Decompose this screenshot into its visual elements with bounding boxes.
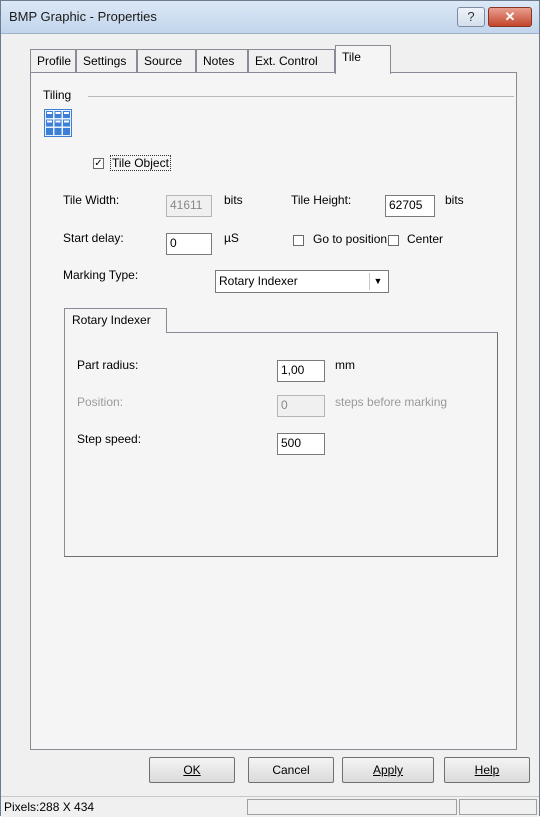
question-mark-icon[interactable]: ? [457,7,485,27]
position-label: Position: [77,395,124,409]
step-speed-field[interactable]: 500 [277,433,325,455]
properties-dialog: BMP Graphic - Properties ? ✕ Profile Set… [0,0,540,817]
title-bar[interactable]: BMP Graphic - Properties ? ✕ [1,1,539,34]
marking-type-value: Rotary Indexer [219,274,298,288]
center-checkbox[interactable] [388,235,399,246]
go-to-position-checkbox[interactable] [293,235,304,246]
pixels-status: Pixels:288 X 434 [4,800,95,814]
tab-ext-control[interactable]: Ext. Control [248,49,335,72]
part-radius-label: Part radius: [77,358,139,372]
apply-label: Apply [372,763,404,777]
go-to-position-label[interactable]: Go to position [313,232,387,246]
tile-object-checkbox[interactable]: ✓ [93,158,104,169]
tab-tile[interactable]: Tile [335,45,391,74]
status-pane-middle [247,799,457,815]
ok-button[interactable]: OK [149,757,235,783]
tile-width-unit: bits [224,193,243,207]
part-radius-field[interactable]: 1,00 [277,360,325,382]
tile-width-label: Tile Width: [63,193,120,207]
tab-source[interactable]: Source [137,49,196,72]
position-unit: steps before marking [335,395,448,409]
help-label: Help [474,763,500,777]
tiling-group-label: Tiling [43,88,72,102]
tab-profile[interactable]: Profile [30,49,76,72]
tile-width-field[interactable]: 41611 [166,195,212,217]
tab-rotary-indexer[interactable]: Rotary Indexer [64,308,167,333]
status-pane-right [459,799,537,815]
status-bar: Pixels:288 X 434 [1,796,539,817]
apply-button[interactable]: Apply [342,757,434,783]
position-field[interactable]: 0 [277,395,325,417]
help-button[interactable]: Help [444,757,530,783]
marking-type-select[interactable]: Rotary Indexer ▼ [215,270,389,293]
tile-height-label: Tile Height: [291,193,352,207]
step-speed-label: Step speed: [77,432,142,446]
chevron-down-icon[interactable]: ▼ [369,273,386,290]
part-radius-unit: mm [335,358,355,372]
window-title: BMP Graphic - Properties [9,9,157,24]
close-x-icon[interactable]: ✕ [488,7,532,27]
start-delay-unit: µS [224,231,239,245]
ok-label: OK [183,763,201,777]
start-delay-label: Start delay: [63,231,124,245]
marking-type-label: Marking Type: [63,268,139,282]
tile-height-field[interactable]: 62705 [385,195,435,217]
tile-height-unit: bits [445,193,464,207]
tab-settings[interactable]: Settings [76,49,137,72]
tiling-group-divider [88,96,514,97]
tile-tab-panel: Tiling ✓ Tile Object Tile Width: 41611 b… [30,72,517,750]
center-label[interactable]: Center [407,232,443,246]
start-delay-field[interactable]: 0 [166,233,212,255]
cancel-button[interactable]: Cancel [248,757,334,783]
tab-notes[interactable]: Notes [196,49,248,72]
tile-grid-icon [44,109,72,137]
tile-object-label[interactable]: Tile Object [110,155,171,171]
